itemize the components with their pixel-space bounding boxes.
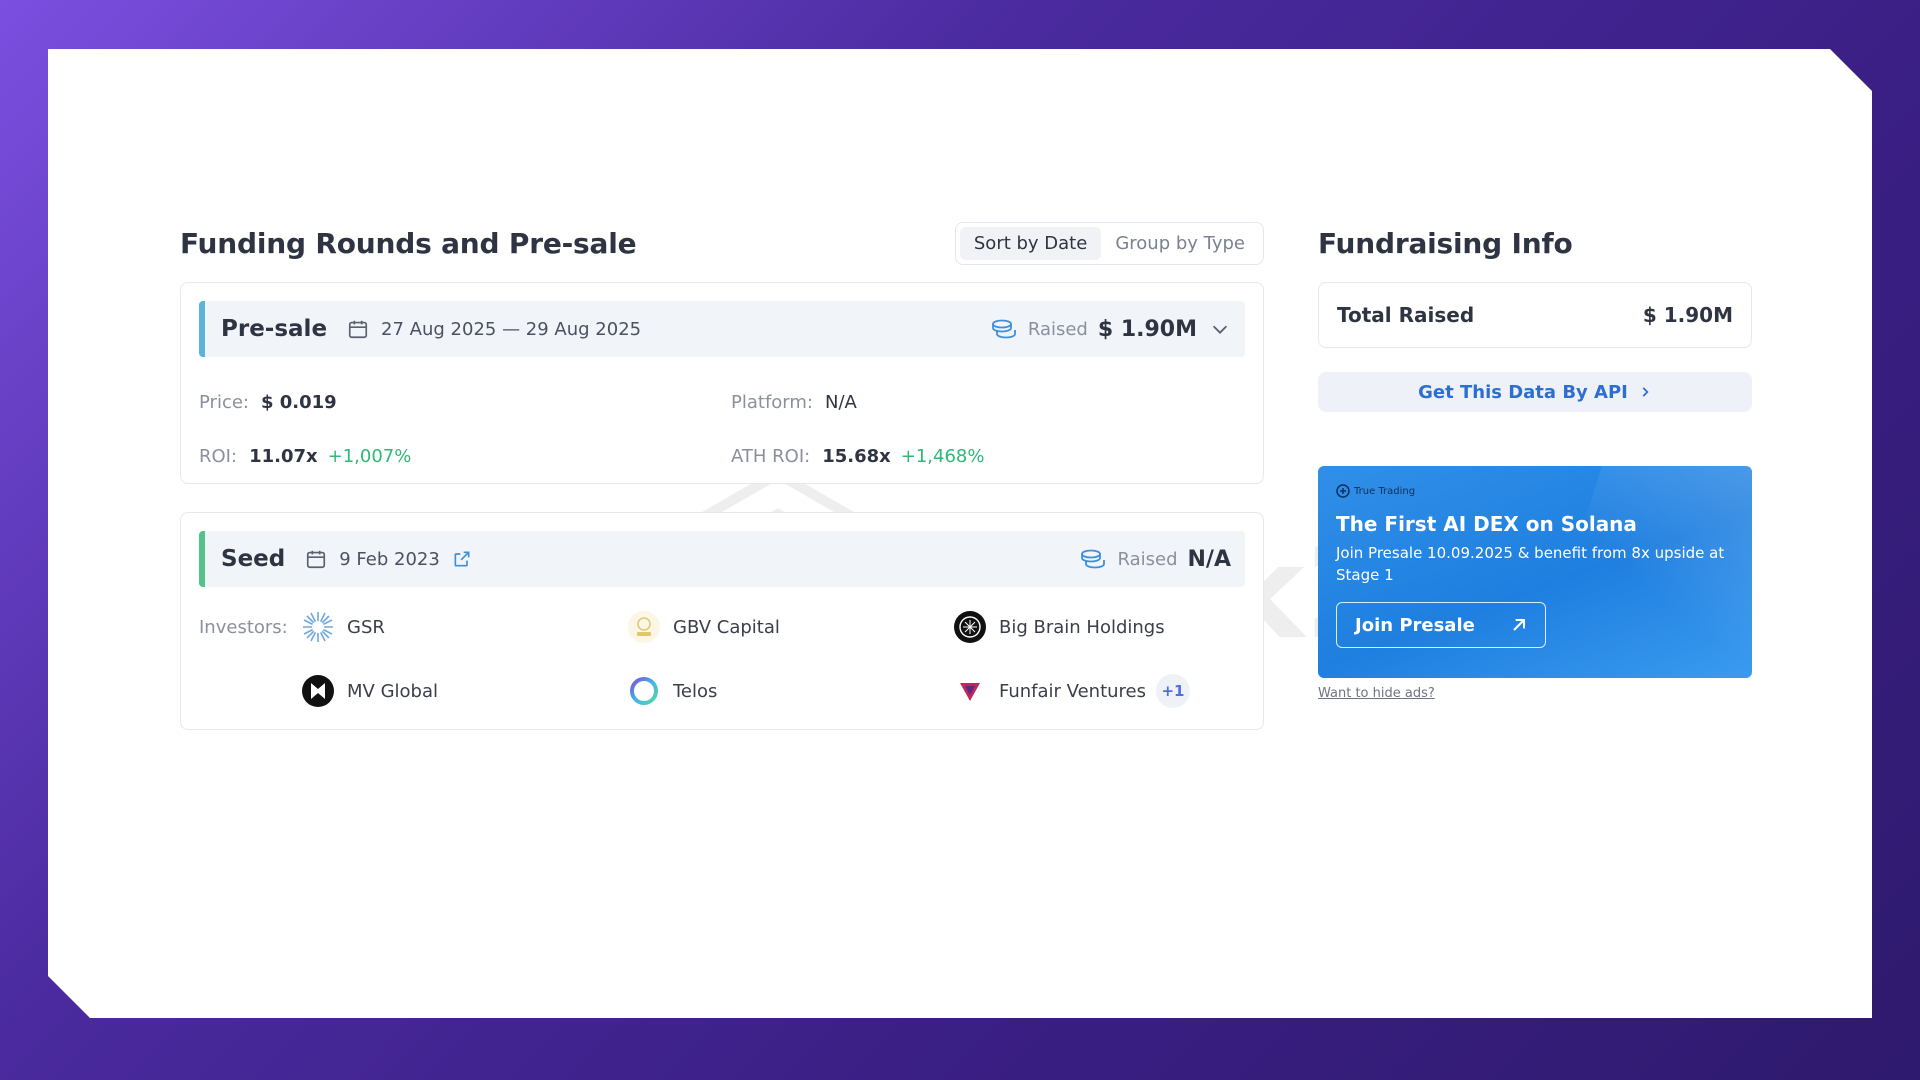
platform-label: Platform: <box>731 391 813 413</box>
chevron-down-icon[interactable] <box>1209 318 1231 340</box>
api-button-label: Get This Data By API <box>1418 381 1628 403</box>
price-value: $ 0.019 <box>260 391 337 413</box>
roi-percent: +1,007% <box>327 445 412 467</box>
investor-name: Funfair Ventures <box>999 680 1146 702</box>
funding-title: Funding Rounds and Pre-sale <box>180 226 637 260</box>
ath-roi-value: 15.68x <box>822 445 891 467</box>
investor-name: Big Brain Holdings <box>999 616 1165 638</box>
round-name: Seed <box>221 546 286 572</box>
ath-roi-row: ATH ROI: 15.68x +1,468% <box>731 429 1245 483</box>
investor-item[interactable]: Funfair Ventures +1 <box>953 665 1190 717</box>
platform-value: N/A <box>824 391 857 413</box>
total-raised-label: Total Raised <box>1337 303 1475 327</box>
price-row: Price: $ 0.019 <box>199 375 731 429</box>
funding-section: Funding Rounds and Pre-sale Sort by Date… <box>180 216 1264 730</box>
presale-panel: Pre-sale 27 Aug 2025 — 29 Aug 2025 Raise… <box>180 282 1264 484</box>
gbv-capital-logo-icon <box>628 611 660 643</box>
chevron-right-icon <box>1642 387 1649 397</box>
arrow-up-right-icon <box>1513 619 1525 631</box>
raised-label: Raised <box>1117 548 1178 570</box>
group-by-type-option[interactable]: Group by Type <box>1101 227 1259 260</box>
coins-icon <box>991 319 1016 339</box>
price-label: Price: <box>199 391 249 413</box>
big-brain-holdings-logo-icon <box>954 611 986 643</box>
roi-row: ROI: 11.07x +1,007% <box>199 429 731 483</box>
seed-round-header[interactable]: Seed 9 Feb 2023 Raised N/A <box>199 531 1245 587</box>
investor-item[interactable]: GSR <box>301 601 627 653</box>
round-name: Pre-sale <box>221 316 328 342</box>
total-raised-value: $ 1.90M <box>1642 303 1733 327</box>
investors-section: Investors: GSR GBV Capital Big Brain Hol… <box>199 587 1245 729</box>
platform-row: Platform: N/A <box>731 375 1245 429</box>
round-date: 9 Feb 2023 <box>339 548 440 570</box>
investor-item[interactable]: Telos <box>627 665 953 717</box>
ad-brand-name: True Trading <box>1354 485 1416 497</box>
funfair-ventures-logo-icon <box>960 683 980 701</box>
ath-roi-label: ATH ROI: <box>731 445 811 467</box>
seed-panel: Seed 9 Feb 2023 Raised N/A Investors: GS… <box>180 512 1264 730</box>
telos-logo-icon <box>630 677 658 705</box>
more-investors-badge[interactable]: +1 <box>1156 674 1190 708</box>
fundraising-header: Fundraising Info <box>1318 216 1752 270</box>
investor-name: GSR <box>347 616 385 638</box>
presale-round-header[interactable]: Pre-sale 27 Aug 2025 — 29 Aug 2025 Raise… <box>199 301 1245 357</box>
total-raised-box: Total Raised $ 1.90M <box>1318 282 1752 348</box>
investor-item[interactable]: MV Global <box>301 665 627 717</box>
investor-item[interactable]: Big Brain Holdings <box>953 601 1190 653</box>
raised-value: N/A <box>1187 546 1231 572</box>
sort-toggle: Sort by Date Group by Type <box>954 221 1264 265</box>
coins-icon <box>1081 549 1106 569</box>
calendar-icon <box>307 550 326 569</box>
get-data-by-api-button[interactable]: Get This Data By API <box>1318 372 1752 412</box>
investor-name: MV Global <box>347 680 438 702</box>
mv-global-logo-icon <box>302 675 334 707</box>
investor-item[interactable]: GBV Capital <box>627 601 953 653</box>
investor-name: Telos <box>673 680 718 702</box>
roi-label: ROI: <box>199 445 238 467</box>
hide-ads-link[interactable]: Want to hide ads? <box>1318 686 1752 701</box>
fundraising-info-section: Fundraising Info Total Raised $ 1.90M Ge… <box>1318 216 1752 701</box>
ad-banner[interactable]: True Trading The First AI DEX on Solana … <box>1318 466 1752 678</box>
roi-value: 11.07x <box>249 445 318 467</box>
investors-grid: GSR GBV Capital Big Brain Holdings MV Gl… <box>301 601 1190 717</box>
external-link-icon[interactable] <box>452 549 472 569</box>
calendar-icon <box>348 320 368 339</box>
gsr-logo-icon <box>303 612 333 642</box>
join-presale-label: Join Presale <box>1355 614 1475 636</box>
raised-label: Raised <box>1027 318 1088 340</box>
sort-by-date-option[interactable]: Sort by Date <box>959 226 1102 260</box>
investors-label: Investors: <box>199 617 288 638</box>
fundraising-title: Fundraising Info <box>1318 226 1573 260</box>
funding-header: Funding Rounds and Pre-sale Sort by Date… <box>180 216 1264 270</box>
raised-value: $ 1.90M <box>1097 316 1197 342</box>
presale-details: Price: $ 0.019 Platform: N/A ROI: 11.07x… <box>199 357 1245 483</box>
join-presale-button[interactable]: Join Presale <box>1336 602 1546 648</box>
ath-roi-percent: +1,468% <box>900 445 985 467</box>
content-card: block24 Funding Rounds and Pre-sale Sort… <box>48 49 1872 1018</box>
round-date: 27 Aug 2025 — 29 Aug 2025 <box>381 318 642 340</box>
investor-name: GBV Capital <box>673 616 780 638</box>
true-trading-logo-icon <box>1336 484 1350 498</box>
